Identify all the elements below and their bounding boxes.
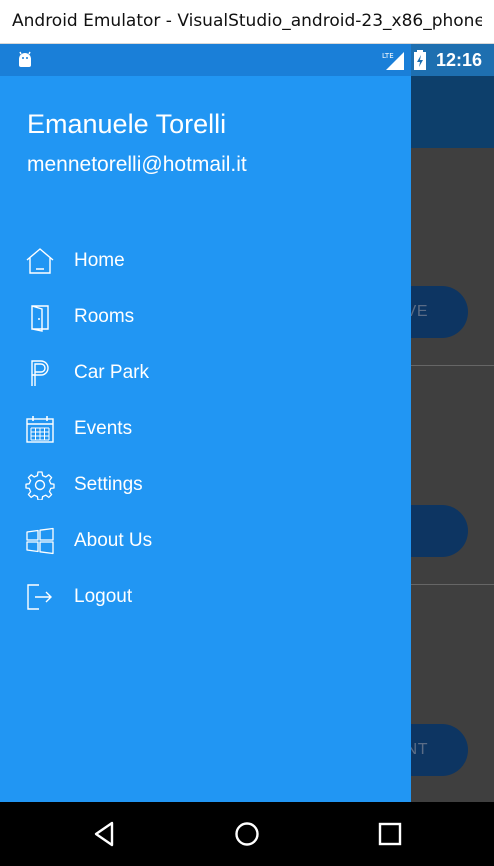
svg-text:LTE: LTE [382,52,394,60]
menu-item-label: Home [74,250,125,271]
user-name: Emanuele Torelli [27,109,227,139]
status-bar: LTE 12:16 [0,44,494,76]
window-titlebar: Android Emulator - VisualStudio_android-… [0,0,494,44]
menu-item-rooms[interactable]: Rooms [0,289,411,345]
menu-item-home[interactable]: Home [0,233,411,289]
divider [411,365,494,366]
navigation-bar [0,802,494,866]
door-icon [31,305,49,332]
user-email: mennetorelli@hotmail.it [27,153,247,176]
android-icon [19,51,31,67]
menu-item-label: Car Park [74,362,149,383]
menu-item-events[interactable]: Events [0,401,411,457]
menu-item-label: About Us [74,530,153,551]
signal-icon: LTE [382,52,404,70]
calendar-icon [26,416,54,443]
recents-button[interactable] [374,818,406,850]
home-button[interactable] [231,818,263,850]
menu-item-about-us[interactable]: About Us [0,513,411,569]
menu-item-label: Events [74,418,133,439]
window-title: Android Emulator - VisualStudio_android-… [12,11,482,31]
parking-icon [31,360,49,386]
menu-item-settings[interactable]: Settings [0,457,411,513]
menu-item-label: Rooms [74,306,135,327]
home-icon [26,248,54,274]
menu-item-label: Logout [74,586,133,607]
menu-item-logout[interactable]: Logout [0,569,411,625]
windows-logo-icon [26,527,54,555]
navigation-drawer: Emanuele Torelli mennetorelli@hotmail.it… [0,76,411,802]
status-time: 12:16 [435,50,482,70]
gear-icon [25,471,55,500]
menu-item-label: Settings [74,474,143,495]
back-button[interactable] [88,818,120,850]
drawer-menu: Home Rooms Car Park Events Settings Abou… [0,233,411,625]
emulator-screen: VE ENT LTE 12:16 Emanuele Torelli mennet… [0,44,494,866]
divider [411,584,494,585]
menu-item-car-park[interactable]: Car Park [0,345,411,401]
logout-icon [27,584,52,610]
battery-icon [414,50,426,70]
